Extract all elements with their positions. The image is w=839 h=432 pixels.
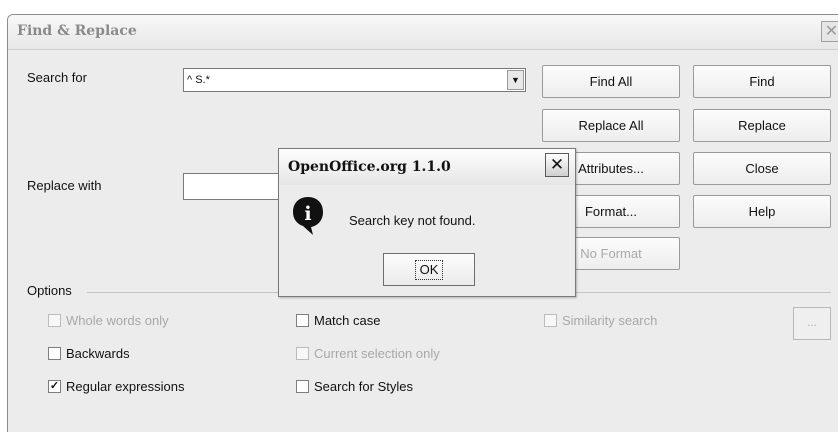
replace-input[interactable]	[183, 173, 293, 200]
chevron-down-icon[interactable]: ▼	[507, 70, 524, 90]
similarity-label: Similarity search	[562, 313, 658, 329]
current-selection-label: Current selection only	[314, 346, 440, 362]
close-icon[interactable]: ✕	[545, 153, 569, 177]
ok-label: OK	[414, 260, 444, 280]
match-case-label: Match case	[314, 313, 381, 329]
message-text: Search key not found.	[349, 213, 476, 228]
search-for-label: Search for	[27, 70, 87, 85]
whole-words-checkbox[interactable]: Whole words only	[48, 312, 169, 330]
backwards-box	[48, 347, 61, 361]
match-case-checkbox[interactable]: Match case	[296, 312, 380, 330]
help-button[interactable]: Help	[693, 195, 831, 228]
styles-checkbox[interactable]: Search for Styles	[296, 378, 413, 396]
current-selection-checkbox[interactable]: Current selection only	[296, 345, 440, 363]
styles-label: Search for Styles	[314, 379, 413, 395]
info-icon: i	[291, 195, 325, 237]
info-glyph: i	[304, 203, 311, 225]
similarity-box	[544, 314, 557, 328]
search-input-value: ^ S.*	[187, 74, 210, 86]
replace-button[interactable]: Replace	[693, 109, 831, 142]
styles-box	[296, 380, 309, 394]
similarity-checkbox[interactable]: Similarity search	[544, 312, 657, 330]
replace-with-label: Replace with	[27, 178, 102, 193]
ok-button[interactable]: OK	[383, 253, 475, 286]
whole-words-box	[48, 314, 61, 328]
backwards-label: Backwards	[66, 346, 130, 362]
whole-words-label: Whole words only	[66, 313, 169, 329]
replace-all-button[interactable]: Replace All	[542, 109, 680, 142]
search-input[interactable]: ^ S.* ▼	[183, 68, 526, 92]
options-label: Options	[27, 283, 72, 298]
current-selection-box	[296, 347, 309, 361]
find-all-button[interactable]: Find All	[542, 65, 680, 98]
message-title: OpenOffice.org 1.1.0	[288, 159, 451, 175]
dialog-title: Find & Replace	[17, 23, 137, 39]
find-button[interactable]: Find	[693, 65, 831, 98]
message-title-bar: OpenOffice.org 1.1.0 ✕	[279, 149, 575, 185]
regex-checkbox[interactable]: ✓ Regular expressions	[48, 378, 185, 396]
similarity-settings-button[interactable]: ...	[793, 307, 831, 340]
close-icon[interactable]: ✕	[821, 21, 838, 42]
message-box: OpenOffice.org 1.1.0 ✕ i Search key not …	[278, 148, 576, 297]
backwards-checkbox[interactable]: Backwards	[48, 345, 130, 363]
match-case-box	[296, 314, 309, 328]
check-icon: ✓	[48, 380, 61, 394]
title-bar: Find & Replace ✕	[8, 15, 838, 50]
regex-label: Regular expressions	[66, 379, 185, 395]
close-button[interactable]: Close	[693, 152, 831, 185]
